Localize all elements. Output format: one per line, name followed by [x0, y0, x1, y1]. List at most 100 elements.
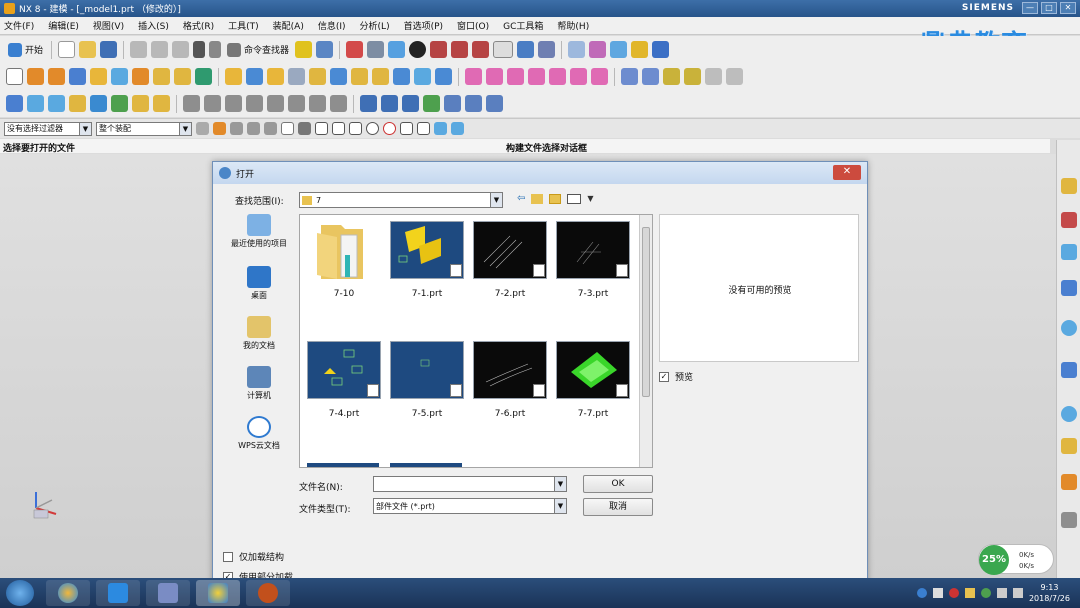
filter-reset-icon[interactable] [196, 122, 209, 135]
network-tray-icon[interactable] [996, 588, 1007, 598]
network-speed-widget[interactable]: 25% 0K/s 0K/s [978, 544, 1054, 575]
component-select-icon[interactable] [451, 122, 464, 135]
datum-plane-icon[interactable] [27, 95, 44, 112]
structure-only-option[interactable]: 仅加载结构 [223, 550, 284, 563]
fit-view-icon[interactable] [346, 41, 364, 58]
menu-help[interactable]: 帮助(H) [557, 19, 589, 32]
constraint-icon[interactable] [589, 41, 607, 58]
attributes-icon[interactable] [132, 95, 149, 112]
chevron-down-icon[interactable]: ▼ [587, 194, 593, 203]
assembly-select-icon[interactable] [434, 122, 447, 135]
control-point-snap-icon[interactable] [332, 122, 345, 135]
sync-resize-icon[interactable] [549, 68, 566, 85]
sync-copy-icon[interactable] [591, 68, 608, 85]
unite-icon[interactable] [225, 68, 242, 85]
structure-only-checkbox[interactable] [223, 551, 233, 562]
reuse-library-icon[interactable] [1061, 280, 1077, 296]
curve-offset-icon[interactable] [246, 95, 263, 112]
intersection-snap-icon[interactable] [349, 122, 362, 135]
swept-icon[interactable] [663, 68, 680, 85]
sync-replace-icon[interactable] [528, 68, 545, 85]
cut-icon[interactable] [130, 41, 148, 58]
place-computer[interactable]: 计算机 [221, 366, 297, 401]
back-icon[interactable]: ⇦ [517, 193, 525, 204]
extrude-icon[interactable] [27, 68, 44, 85]
file-item[interactable]: 7-5.prt [389, 341, 465, 419]
curve-spline-icon[interactable] [225, 95, 242, 112]
select-faces-icon[interactable] [230, 122, 243, 135]
scrollbar-thumb[interactable] [642, 227, 650, 397]
through-curves-icon[interactable] [642, 68, 659, 85]
sync-delete-icon[interactable] [570, 68, 587, 85]
lookin-dropdown[interactable]: 7 ▼ [299, 192, 503, 208]
draft-icon[interactable] [393, 68, 410, 85]
check-icon[interactable] [381, 95, 398, 112]
split-body-icon[interactable] [309, 68, 326, 85]
curve-trim-icon[interactable] [330, 95, 347, 112]
snap-icon[interactable] [610, 41, 628, 58]
render-style-icon[interactable] [409, 41, 427, 58]
arrow-icon[interactable] [652, 41, 670, 58]
assembly-icon[interactable] [568, 41, 586, 58]
bounded-plane-icon[interactable] [705, 68, 722, 85]
menu-tools[interactable]: 工具(T) [228, 19, 259, 32]
place-wps-cloud[interactable]: WPS云文档 [221, 416, 297, 451]
place-recent[interactable]: 最近使用的项目 [221, 214, 297, 249]
clock-history-icon[interactable] [1061, 406, 1077, 422]
chamfer-icon[interactable] [351, 68, 368, 85]
filetype-dropdown[interactable]: 部件文件 (*.prt) ▼ [373, 498, 567, 514]
patch-icon[interactable] [726, 68, 743, 85]
security-tray-icon[interactable] [980, 588, 991, 598]
select-body-icon[interactable] [264, 122, 277, 135]
grid-icon[interactable] [6, 95, 23, 112]
point-on-curve-snap-icon[interactable] [400, 122, 413, 135]
wcs-icon[interactable] [538, 41, 556, 58]
file-list-scrollbar[interactable] [639, 215, 652, 467]
start-menu-button[interactable] [6, 580, 34, 606]
assembly-navigator-icon[interactable] [1061, 178, 1077, 194]
point-on-surface-snap-icon[interactable] [417, 122, 430, 135]
curve-join-icon[interactable] [309, 95, 326, 112]
open-folder-icon[interactable] [79, 41, 97, 58]
subtract-icon[interactable] [246, 68, 263, 85]
copy-icon[interactable] [151, 41, 169, 58]
pocket-icon[interactable] [195, 68, 212, 85]
place-documents[interactable]: 我的文档 [221, 316, 297, 351]
place-desktop[interactable]: 桌面 [221, 266, 297, 301]
draft-analysis-icon[interactable] [486, 95, 503, 112]
type-filter-dropdown[interactable]: 没有选择过滤器 ▼ [4, 121, 92, 136]
web-browser-icon[interactable] [1061, 320, 1077, 336]
preview-checkbox[interactable]: ✓ [659, 371, 669, 382]
file-item[interactable]: 7-2.prt [472, 221, 548, 299]
move-object-icon[interactable] [111, 95, 128, 112]
file-list[interactable]: 7-10 7-1.prt 7-2.prt 7-3.prt 7-4.prt 7-5… [299, 214, 653, 468]
menu-edit[interactable]: 编辑(E) [48, 19, 79, 32]
datum-axis-icon[interactable] [48, 95, 65, 112]
maximize-button[interactable]: □ [1041, 2, 1057, 14]
system-clock[interactable]: 9:13 2018/7/26 [1029, 582, 1070, 604]
pattern-icon[interactable] [435, 68, 452, 85]
sketch-icon[interactable] [295, 41, 313, 58]
cylinder-icon[interactable] [90, 68, 107, 85]
measure-icon[interactable] [316, 41, 334, 58]
taskbar-app-player[interactable] [96, 580, 140, 606]
curve-line-icon[interactable] [183, 95, 200, 112]
section-view-icon[interactable] [430, 41, 448, 58]
midpoint-snap-icon[interactable] [315, 122, 328, 135]
file-item[interactable]: 7-4.prt [306, 341, 382, 419]
antivirus-tray-icon[interactable] [948, 588, 959, 598]
taskbar-app-nx[interactable] [196, 580, 240, 606]
new-folder-icon[interactable] [549, 193, 562, 204]
command-finder-button[interactable]: 命令查找器 [225, 41, 291, 58]
edge-display-icon[interactable] [472, 41, 490, 58]
cloud-sync-tray-icon[interactable] [964, 588, 975, 598]
curve-bridge-icon[interactable] [288, 95, 305, 112]
menu-file[interactable]: 文件(F) [4, 19, 34, 32]
dialog-close-button[interactable]: ✕ [833, 165, 861, 180]
taskbar-app-browser[interactable] [46, 580, 90, 606]
roles-icon[interactable] [1061, 512, 1077, 528]
curvature-icon[interactable] [444, 95, 461, 112]
menu-gc-toolkit[interactable]: GC工具箱 [503, 19, 543, 32]
validate-icon[interactable] [423, 95, 440, 112]
shaded-cube-icon[interactable] [388, 41, 406, 58]
